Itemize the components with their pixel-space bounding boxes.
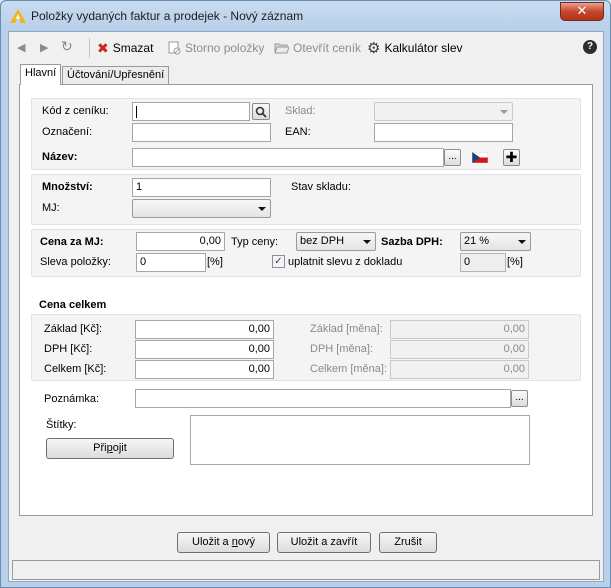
- status-bar: [12, 560, 600, 580]
- poznamka-input[interactable]: [135, 389, 511, 408]
- chevron-down-icon: [500, 110, 508, 114]
- sleva-input[interactable]: 0: [136, 253, 206, 272]
- nav-forward-icon[interactable]: ▶: [40, 41, 48, 54]
- add-icon[interactable]: ✚: [503, 149, 520, 166]
- window-title: Položky vydaných faktur a prodejek - Nov…: [31, 9, 304, 23]
- dph-kc-input[interactable]: 0,00: [135, 340, 274, 359]
- title-bar[interactable]: Položky vydaných faktur a prodejek - Nov…: [1, 1, 610, 31]
- open-pricelist-button[interactable]: Otevřít ceník: [274, 40, 361, 56]
- dph-kc-label: DPH [Kč]:: [44, 343, 93, 355]
- chevron-down-icon: [258, 207, 266, 211]
- uplatnit-slevu-label: uplatnit slevu z dokladu: [288, 256, 403, 268]
- mnozstvi-input[interactable]: 1: [132, 178, 271, 197]
- nazev-ellipsis-button[interactable]: ...: [444, 149, 461, 166]
- dph-mena-label: DPH [měna]:: [310, 343, 373, 355]
- doklad-sleva-unit: [%]: [507, 256, 523, 268]
- search-button[interactable]: [252, 103, 270, 120]
- celkem-mena-label: Celkem [měna]:: [310, 363, 388, 375]
- gear-icon: ⚙: [367, 39, 381, 57]
- delete-button[interactable]: ✖ Smazat: [97, 40, 153, 56]
- open-pricelist-label: Otevřít ceník: [293, 41, 362, 55]
- chevron-down-icon: [363, 240, 371, 244]
- typ-ceny-value: bez DPH: [300, 235, 345, 247]
- help-icon[interactable]: ?: [583, 40, 597, 54]
- sazba-dph-value: 21 %: [464, 235, 490, 247]
- cancel-button[interactable]: Zrušit: [379, 532, 437, 553]
- folder-icon: [274, 43, 289, 54]
- zaklad-mena-label: Základ [měna]:: [310, 323, 383, 335]
- stav-skladu-label: Stav skladu:: [291, 181, 351, 193]
- nazev-input[interactable]: [132, 148, 444, 167]
- poznamka-label: Poznámka:: [44, 393, 100, 405]
- tab-panel-main: Kód z ceníku: Sklad: Označení: EAN: Náze…: [19, 84, 593, 516]
- delete-label: Smazat: [112, 41, 154, 55]
- dialog-client: ◀ ▶ ↻ ✖ Smazat Storno položky Otevřít ce…: [8, 31, 604, 582]
- pripojit-button[interactable]: Připojit: [46, 438, 174, 459]
- oznaceni-label: Označení:: [42, 126, 93, 138]
- cena-mj-input[interactable]: 0,00: [136, 232, 225, 251]
- mj-label: MJ:: [42, 202, 60, 214]
- doklad-sleva-field: 0: [460, 253, 506, 272]
- sleva-unit: [%]: [207, 256, 223, 268]
- czech-flag-icon[interactable]: [472, 152, 488, 163]
- mnozstvi-label: Množství:: [42, 181, 93, 193]
- storno-label: Storno položky: [185, 41, 265, 55]
- discount-calculator-label: Kalkulátor slev: [384, 41, 463, 55]
- close-button[interactable]: ✕: [560, 2, 604, 21]
- nazev-label: Název:: [42, 151, 78, 163]
- uplatnit-slevu-checkbox[interactable]: ✓: [272, 255, 285, 268]
- refresh-icon[interactable]: ↻: [61, 38, 73, 55]
- delete-icon: ✖: [97, 39, 109, 56]
- search-icon: [255, 106, 267, 118]
- typ-ceny-select[interactable]: bez DPH: [296, 232, 376, 251]
- sazba-dph-label: Sazba DPH:: [381, 236, 443, 248]
- discount-calculator-button[interactable]: ⚙ Kalkulátor slev: [367, 39, 463, 57]
- sklad-select[interactable]: [374, 102, 513, 121]
- oznaceni-input[interactable]: [132, 123, 271, 142]
- sazba-dph-select[interactable]: 21 %: [460, 232, 531, 251]
- kod-input[interactable]: [132, 102, 250, 121]
- stitky-label: Štítky:: [46, 419, 77, 431]
- poznamka-ellipsis-button[interactable]: ...: [511, 390, 528, 407]
- toolbar-separator: [89, 38, 90, 58]
- storno-button[interactable]: Storno položky: [168, 40, 264, 56]
- ean-label: EAN:: [285, 126, 311, 138]
- app-logo-icon: [10, 9, 26, 23]
- celkem-kc-input[interactable]: 0,00: [135, 360, 274, 379]
- text-cursor: [136, 106, 137, 118]
- chevron-down-icon: [518, 240, 526, 244]
- celkem-kc-label: Celkem [Kč]:: [44, 363, 107, 375]
- celkem-mena-field: 0,00: [390, 360, 529, 379]
- kod-label: Kód z ceníku:: [42, 105, 109, 117]
- zaklad-mena-field: 0,00: [390, 320, 529, 339]
- cena-celkem-title: Cena celkem: [39, 299, 107, 311]
- save-new-button[interactable]: Uložit a nový: [177, 532, 270, 553]
- tab-uctovani[interactable]: Účtování/Upřesnění: [62, 66, 170, 85]
- zaklad-kc-label: Základ [Kč]:: [44, 323, 103, 335]
- storno-document-icon: [168, 41, 181, 55]
- tab-hlavni[interactable]: Hlavní: [20, 64, 62, 85]
- typ-ceny-label: Typ ceny:: [231, 236, 279, 248]
- sleva-label: Sleva položky:: [40, 256, 111, 268]
- mj-select[interactable]: [132, 199, 271, 218]
- dph-mena-field: 0,00: [390, 340, 529, 359]
- sklad-label: Sklad:: [285, 105, 316, 117]
- cena-mj-label: Cena za MJ:: [40, 236, 104, 248]
- save-close-button[interactable]: Uložit a zavřít: [277, 532, 371, 553]
- zaklad-kc-input[interactable]: 0,00: [135, 320, 274, 339]
- stitky-area[interactable]: [190, 415, 530, 465]
- dialog-window: Položky vydaných faktur a prodejek - Nov…: [0, 0, 611, 588]
- nav-back-icon[interactable]: ◀: [17, 41, 25, 54]
- ean-input[interactable]: [374, 123, 513, 142]
- toolbar: ◀ ▶ ↻ ✖ Smazat Storno položky Otevřít ce…: [9, 32, 603, 64]
